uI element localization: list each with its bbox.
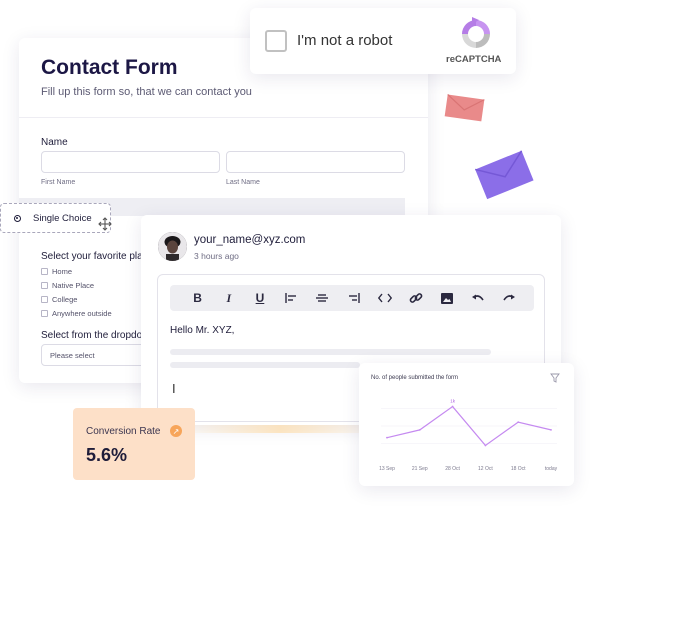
text-placeholder-line xyxy=(170,349,491,355)
favorite-place-label: Select your favorite plac xyxy=(41,251,148,262)
recaptcha-widget: I'm not a robot reCAPTCHA xyxy=(250,8,516,74)
envelope-icon xyxy=(475,150,534,200)
single-choice-element[interactable]: Single Choice xyxy=(0,203,111,233)
x-tick-label-3: 12 Oct xyxy=(478,466,493,472)
option-college[interactable]: College xyxy=(41,295,77,304)
redo-icon[interactable] xyxy=(494,285,525,311)
first-name-label: First Name xyxy=(41,179,76,186)
text-cursor-icon: I xyxy=(172,381,176,396)
align-left-icon[interactable] xyxy=(276,285,307,311)
line-chart: 1k 13 Sep 21 Sep 28 Oct 12 Oct 18 Oct today xyxy=(379,399,558,472)
email-timestamp: 3 hours ago xyxy=(194,251,239,261)
conversion-rate-label: Conversion Rate xyxy=(86,426,161,437)
undo-icon[interactable] xyxy=(463,285,494,311)
underline-icon[interactable]: U xyxy=(244,285,275,311)
option-label: Native Place xyxy=(52,281,95,290)
recaptcha-checkbox[interactable] xyxy=(265,30,287,52)
envelope-icon xyxy=(444,94,485,122)
conversion-rate-value: 5.6% xyxy=(86,445,128,465)
peak-label: 1k xyxy=(450,399,456,404)
form-divider xyxy=(19,117,428,118)
data-point-5 xyxy=(550,428,552,431)
recaptcha-text: I'm not a robot xyxy=(297,32,393,49)
link-icon[interactable] xyxy=(400,285,431,311)
editor-toolbar: B I U xyxy=(170,285,534,311)
email-greeting: Hello Mr. XYZ, xyxy=(170,325,235,336)
code-icon[interactable] xyxy=(369,285,400,311)
checkbox[interactable] xyxy=(41,310,48,317)
data-point-4 xyxy=(517,421,520,424)
option-label: Anywhere outside xyxy=(52,309,112,318)
data-point-2 xyxy=(451,405,454,408)
first-name-input[interactable] xyxy=(41,151,220,173)
bold-icon[interactable]: B xyxy=(182,285,213,311)
align-right-icon[interactable] xyxy=(338,285,369,311)
name-label: Name xyxy=(41,137,68,148)
radio-icon xyxy=(14,214,21,222)
x-tick-label-5: today xyxy=(545,466,558,472)
decorative-glow xyxy=(180,425,380,433)
last-name-label: Last Name xyxy=(226,179,260,186)
arrow-icon: ↗ xyxy=(170,425,182,437)
x-tick-label-1: 21 Sep xyxy=(412,466,428,472)
avatar xyxy=(158,232,187,261)
checkbox[interactable] xyxy=(41,282,48,289)
option-label: Home xyxy=(52,267,73,276)
x-tick-label-2: 28 Oct xyxy=(445,466,460,472)
option-native-place[interactable]: Native Place xyxy=(41,281,94,290)
conversion-rate-card: Conversion Rate ↗ 5.6% xyxy=(73,408,195,480)
x-tick-label-0: 13 Sep xyxy=(379,466,395,472)
checkbox[interactable] xyxy=(41,268,48,275)
x-tick-label-4: 18 Oct xyxy=(511,466,526,472)
data-point-0 xyxy=(386,436,388,439)
chart-card: No. of people submitted the form 1k 13 Se… xyxy=(359,363,574,486)
italic-icon[interactable]: I xyxy=(213,285,244,311)
align-center-icon[interactable] xyxy=(307,285,338,311)
contact-form-subtitle: Fill up this form so, that we can contac… xyxy=(41,86,252,98)
option-anywhere-outside[interactable]: Anywhere outside xyxy=(41,309,112,318)
recaptcha-logo-icon xyxy=(462,17,490,48)
data-point-3 xyxy=(484,444,487,447)
recaptcha-brand: reCAPTCHA xyxy=(446,54,502,65)
sender-email: your_name@xyz.com xyxy=(194,234,306,246)
image-icon[interactable] xyxy=(432,285,463,311)
data-point-1 xyxy=(418,428,421,431)
contact-form-title: Contact Form xyxy=(41,56,178,79)
checkbox[interactable] xyxy=(41,296,48,303)
option-label: College xyxy=(52,295,78,304)
option-home[interactable]: Home xyxy=(41,267,72,276)
single-choice-label: Single Choice xyxy=(33,212,92,224)
dropdown-label: Select from the dropdow xyxy=(41,330,150,341)
move-icon[interactable] xyxy=(98,217,112,231)
text-placeholder-line xyxy=(170,362,360,368)
last-name-input[interactable] xyxy=(226,151,405,173)
